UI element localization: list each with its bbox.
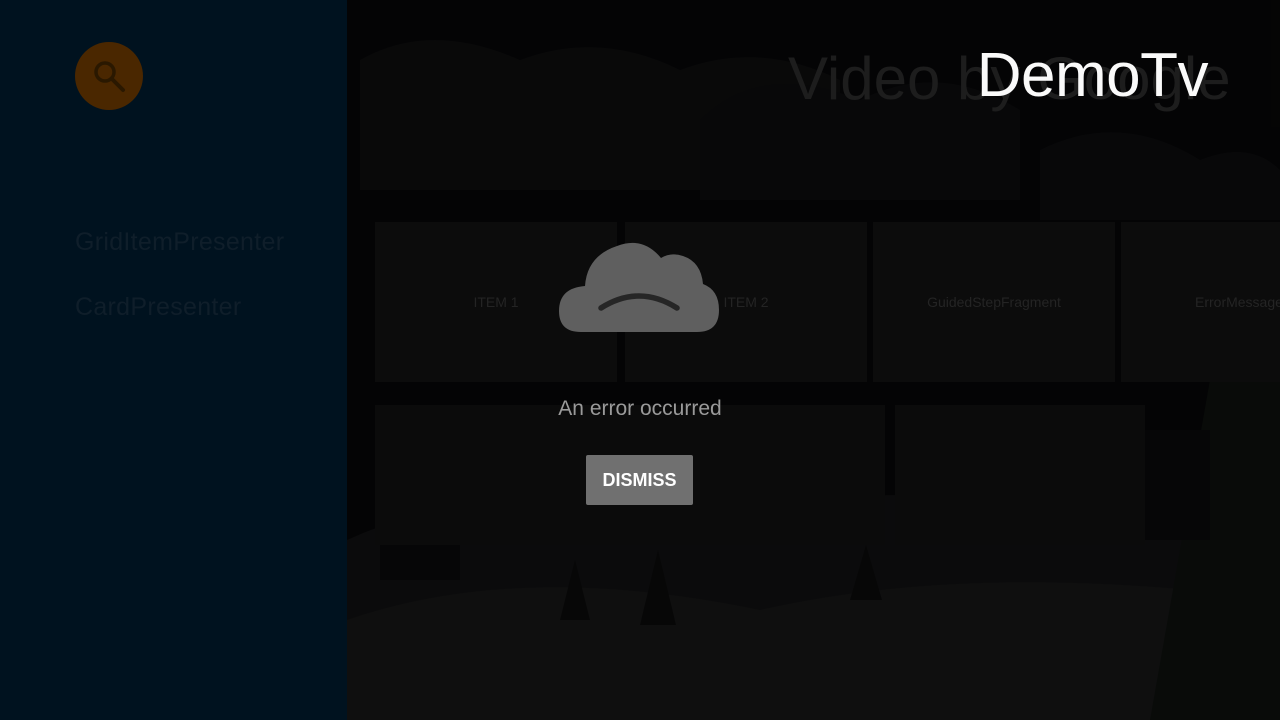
sad-cloud-icon <box>559 242 719 332</box>
search-button[interactable] <box>75 42 143 110</box>
browse-card[interactable]: ErrorMessage <box>1121 222 1280 382</box>
sidebar-item-griditempresenter[interactable]: GridItemPresenter <box>75 228 284 257</box>
search-icon <box>94 61 125 92</box>
browse-card-row2[interactable] <box>895 405 1145 545</box>
error-message: An error occurred <box>558 397 722 420</box>
browse-card[interactable]: GuidedStepFragment <box>873 222 1115 382</box>
side-navigation: GridItemPresenter CardPresenter <box>0 0 347 720</box>
sidebar-item-cardpresenter[interactable]: CardPresenter <box>75 293 241 322</box>
dismiss-button[interactable]: DISMISS <box>586 455 693 505</box>
brand-title: DemoTv <box>976 41 1209 110</box>
